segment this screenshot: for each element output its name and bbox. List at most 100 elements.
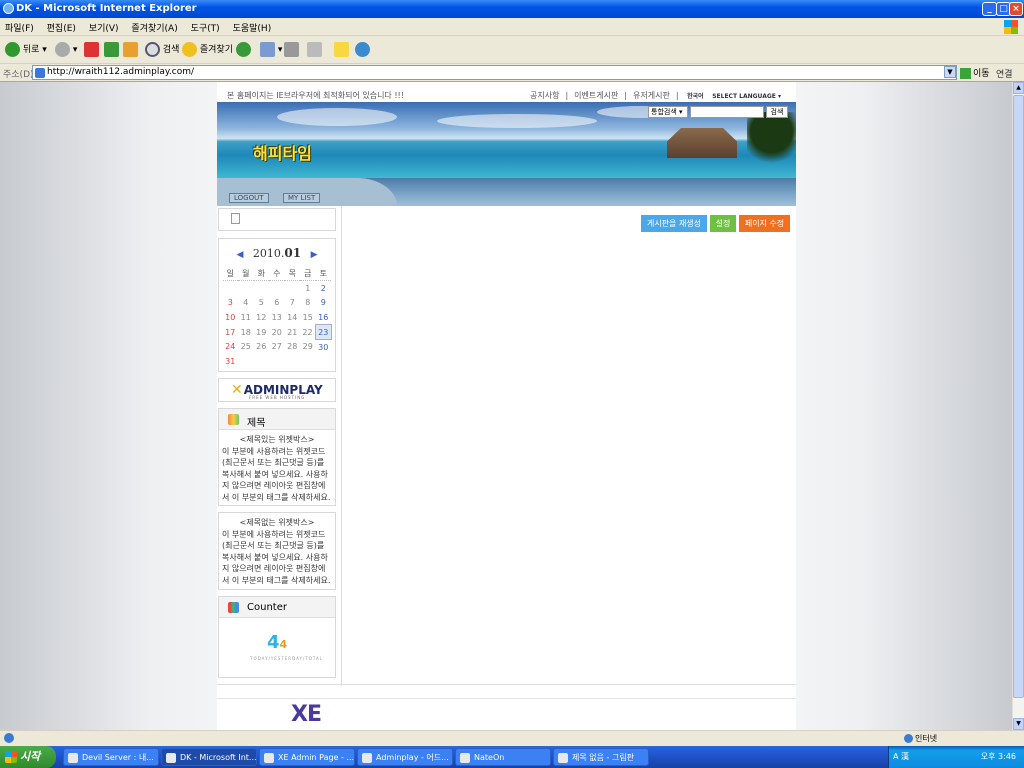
mylist-button[interactable]: MY LIST: [283, 193, 321, 203]
menu-favorites[interactable]: 즐겨찾기(A): [126, 18, 182, 37]
search-submit-button[interactable]: 검색: [766, 106, 788, 118]
nav-event-board[interactable]: 이벤트게시판: [574, 91, 618, 100]
calendar-day[interactable]: 12: [254, 310, 270, 325]
calendar-day[interactable]: 16: [316, 310, 332, 325]
vertical-scrollbar[interactable]: ▲ ▼: [1012, 82, 1024, 730]
calendar-day[interactable]: 18: [238, 325, 254, 340]
counter-widget: Counter 44 TODAY/YESTERDAY/TOTAL: [218, 596, 336, 678]
lang-korean[interactable]: 한국어: [687, 93, 704, 100]
forward-arrow-icon: [55, 42, 70, 57]
refresh-button[interactable]: [104, 42, 119, 58]
scroll-down-button[interactable]: ▼: [1013, 718, 1024, 730]
nav-user-board[interactable]: 유저게시판: [633, 91, 670, 100]
address-dropdown[interactable]: ▼: [944, 66, 956, 78]
ime-indicator[interactable]: A 漢: [893, 746, 909, 768]
close-button[interactable]: ×: [1009, 2, 1023, 16]
calendar-day[interactable]: 14: [285, 310, 301, 325]
task-paint[interactable]: 제목 없음 - 그림판: [553, 748, 649, 766]
calendar-day[interactable]: 15: [300, 310, 316, 325]
site-logo[interactable]: 해피타임: [253, 140, 312, 164]
task-ie-dk[interactable]: DK - Microsoft Int...: [161, 748, 257, 766]
document-icon[interactable]: [231, 213, 240, 224]
go-arrow-icon: [960, 68, 971, 79]
menu-file[interactable]: 파일(F): [0, 18, 39, 37]
calendar-day[interactable]: 2: [316, 281, 332, 296]
task-nateon[interactable]: NateOn: [455, 748, 551, 766]
history-button[interactable]: [236, 42, 251, 58]
minimize-button[interactable]: _: [982, 2, 997, 16]
calendar-day[interactable]: 26: [254, 339, 270, 354]
calendar-day[interactable]: 7: [285, 295, 301, 310]
prev-month-button[interactable]: ◀: [236, 250, 243, 260]
calendar-day[interactable]: 1: [300, 281, 316, 296]
go-button[interactable]: 이동: [960, 66, 990, 79]
window-titlebar[interactable]: DK - Microsoft Internet Explorer _ □ ×: [0, 0, 1024, 18]
task-xe-admin[interactable]: XE Admin Page - ...: [259, 748, 355, 766]
rebuild-board-button[interactable]: 게시판을 재생성: [641, 215, 707, 232]
calendar-day[interactable]: 13: [269, 310, 285, 325]
search-type-select[interactable]: 통합검색 ▾: [648, 106, 688, 118]
settings-button[interactable]: 설정: [710, 215, 736, 232]
task-adminplay[interactable]: Adminplay - 어드...: [357, 748, 453, 766]
calendar-day[interactable]: 17: [223, 325, 239, 340]
calendar-day[interactable]: 5: [254, 295, 270, 310]
calendar-day: [254, 354, 270, 369]
calendar-day[interactable]: 30: [316, 339, 332, 354]
start-button[interactable]: 시작: [0, 746, 56, 768]
calendar-day[interactable]: 28: [285, 339, 301, 354]
edit-icon: [307, 42, 322, 57]
task-devil-server[interactable]: Devil Server : 내...: [63, 748, 159, 766]
home-button[interactable]: [123, 42, 138, 58]
nav-notice-board[interactable]: 공지사항: [530, 91, 559, 100]
calendar-day: [269, 281, 285, 296]
menu-view[interactable]: 보기(V): [84, 18, 124, 37]
stop-button[interactable]: [84, 42, 99, 58]
calendar-day[interactable]: 19: [254, 325, 270, 340]
select-language[interactable]: SELECT LANGUAGE ▾: [712, 93, 781, 100]
links-button[interactable]: 연결: [996, 67, 1013, 80]
notes-button[interactable]: [334, 42, 349, 58]
calendar-day[interactable]: 20: [269, 325, 285, 340]
search-button[interactable]: 검색: [145, 42, 179, 58]
mail-button[interactable]: ▾: [260, 42, 282, 58]
menu-tools[interactable]: 도구(T): [186, 18, 225, 37]
print-button[interactable]: [284, 42, 299, 58]
menu-edit[interactable]: 편집(E): [42, 18, 81, 37]
search-input[interactable]: [690, 106, 764, 118]
messenger-button[interactable]: [355, 42, 370, 58]
favorites-button[interactable]: 즐겨찾기: [182, 42, 233, 58]
menu-help[interactable]: 도움말(H): [228, 18, 277, 37]
calendar-day[interactable]: 8: [300, 295, 316, 310]
calendar-day[interactable]: 9: [316, 295, 332, 310]
calendar-day[interactable]: 31: [223, 354, 239, 369]
back-button[interactable]: 뒤로 ▾: [5, 42, 47, 58]
calendar-day[interactable]: 27: [269, 339, 285, 354]
calendar-day[interactable]: 21: [285, 325, 301, 340]
calendar-day[interactable]: 3: [223, 295, 239, 310]
xe-logo[interactable]: XE: [291, 702, 322, 727]
calendar-day[interactable]: 22: [300, 325, 316, 340]
menu-bar: 파일(F) 편집(E) 보기(V) 즐겨찾기(A) 도구(T) 도움말(H): [0, 18, 1024, 36]
bar-chart-icon: [228, 602, 239, 613]
logout-button[interactable]: LOGOUT: [229, 193, 269, 203]
scroll-up-button[interactable]: ▲: [1013, 82, 1024, 94]
address-input[interactable]: http://wraith112.adminplay.com/: [32, 65, 957, 80]
calendar-day[interactable]: 4: [238, 295, 254, 310]
calendar-day[interactable]: 24: [223, 339, 239, 354]
adminplay-banner[interactable]: ✕ADMINPLAY FREE WEB HOSTING: [218, 378, 336, 402]
forward-button[interactable]: ▾: [55, 42, 77, 58]
calendar-day[interactable]: 10: [223, 310, 239, 325]
edit-button[interactable]: [307, 42, 322, 58]
calendar-day[interactable]: 11: [238, 310, 254, 325]
next-month-button[interactable]: ▶: [311, 250, 318, 260]
messenger-icon: [355, 42, 370, 57]
counter-caption: TODAY/YESTERDAY/TOTAL: [250, 656, 323, 661]
calendar-day[interactable]: 6: [269, 295, 285, 310]
calendar-day: [316, 354, 332, 369]
calendar-day[interactable]: 29: [300, 339, 316, 354]
calendar-day[interactable]: 23: [315, 324, 332, 340]
calendar-day[interactable]: 25: [238, 339, 254, 354]
globe-icon: [904, 734, 913, 743]
scroll-thumb[interactable]: [1013, 95, 1024, 698]
edit-page-button[interactable]: 페이지 수정: [739, 215, 790, 232]
